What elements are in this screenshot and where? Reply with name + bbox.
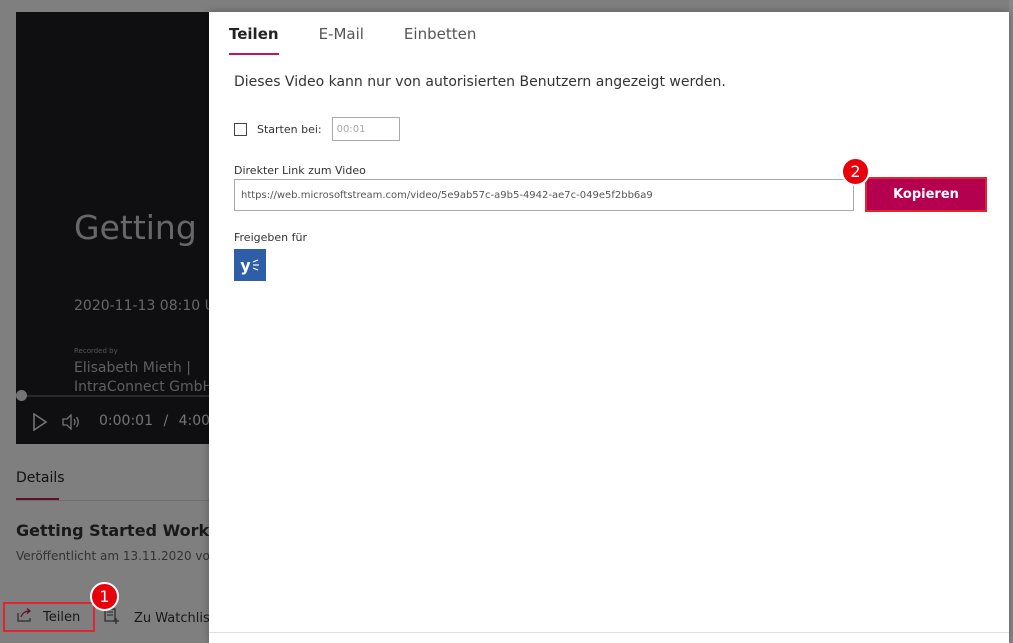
- start-at-input[interactable]: [331, 117, 400, 141]
- start-at-checkbox[interactable]: [234, 122, 247, 136]
- start-at-row: Starten bei:: [234, 117, 400, 141]
- dialog-tabs: Teilen E-Mail Einbetten: [229, 12, 476, 56]
- tab-share[interactable]: Teilen: [229, 12, 279, 56]
- share-for-label: Freigeben für: [234, 231, 307, 244]
- share-button-highlight[interactable]: [3, 602, 95, 632]
- page-right-edge: [1009, 0, 1013, 643]
- direct-link-label: Direkter Link zum Video: [234, 164, 366, 177]
- authorization-info: Dieses Video kann nur von autorisierten …: [234, 74, 726, 90]
- tab-embed[interactable]: Einbetten: [404, 12, 476, 56]
- yammer-icon-letter: y: [240, 255, 251, 275]
- step-badge-2: 2: [841, 157, 870, 186]
- yammer-icon[interactable]: y: [234, 249, 266, 281]
- tab-email[interactable]: E-Mail: [319, 12, 364, 56]
- copy-button[interactable]: Kopieren: [865, 177, 987, 212]
- share-dialog: Teilen E-Mail Einbetten Dieses Video kan…: [209, 12, 1009, 643]
- step-badge-1: 1: [90, 582, 119, 611]
- dialog-footer-divider: [209, 632, 1009, 633]
- start-at-label: Starten bei:: [257, 122, 322, 136]
- direct-link-input[interactable]: [234, 179, 854, 211]
